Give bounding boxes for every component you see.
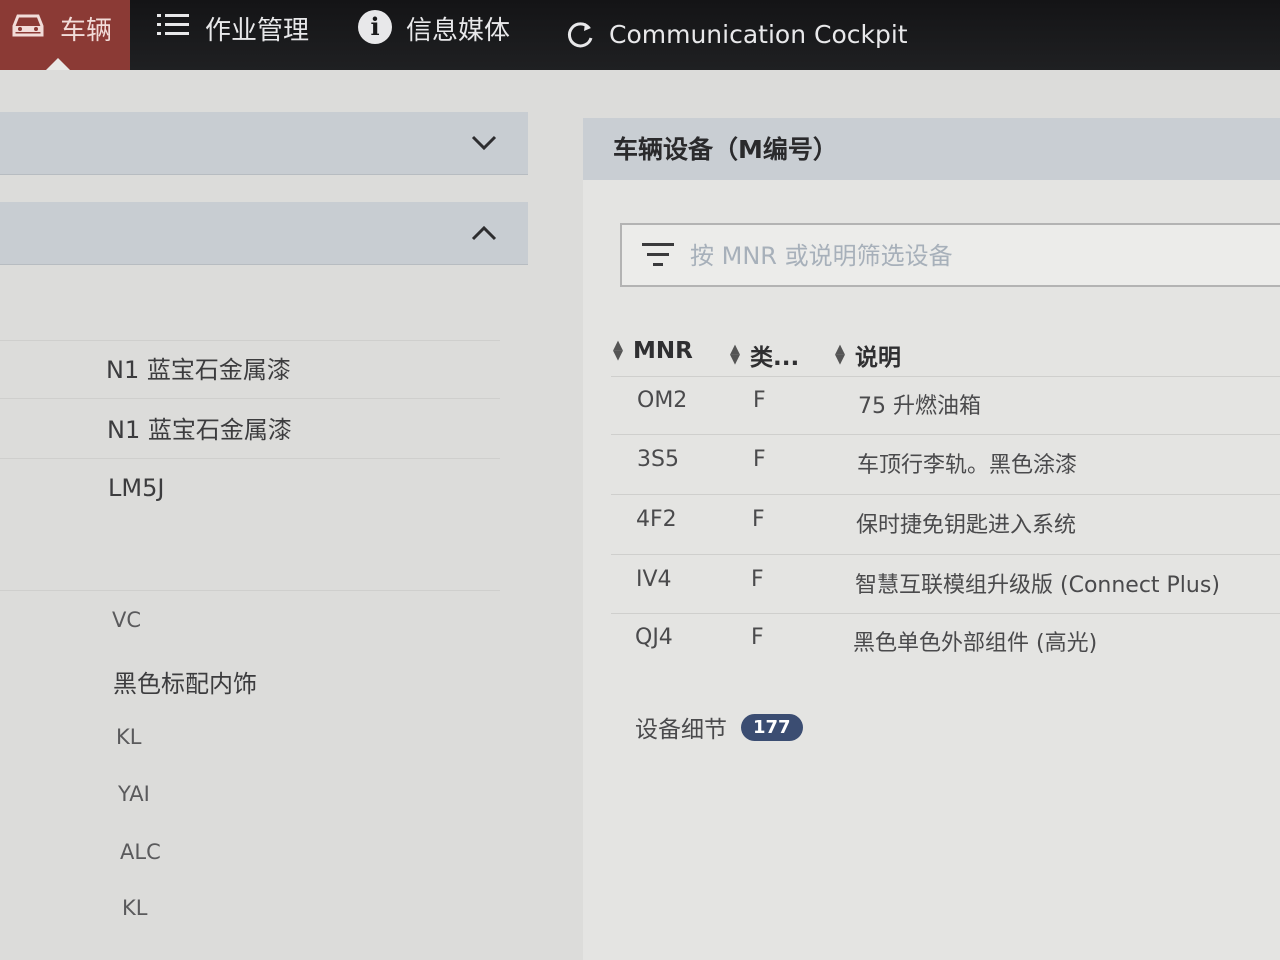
refresh-icon [565, 20, 595, 56]
column-header-mnr[interactable]: ▲ ▼ MNR [611, 338, 693, 364]
list-item-vc: VC [112, 608, 142, 632]
cell-description: 黑色单色外部组件 (高光) [853, 631, 1098, 656]
details-label: 设备细节 [635, 717, 727, 743]
list-item-kl-2: KL [122, 896, 148, 920]
tab-job-management-label: 作业管理 [205, 16, 310, 46]
divider [0, 340, 500, 341]
divider [0, 458, 500, 459]
cell-type: F [752, 507, 765, 532]
accordion-header-collapsed[interactable] [0, 112, 528, 175]
column-header-type[interactable]: ▲ ▼ 类... [728, 338, 799, 372]
car-icon [10, 10, 46, 47]
list-item-yai: YAI [118, 782, 150, 806]
tab-info-media[interactable]: i 信息媒体 [358, 0, 510, 70]
tab-communication-cockpit[interactable]: Communication Cockpit [565, 10, 908, 80]
row-divider [611, 613, 1280, 614]
cell-mnr: IV4 [636, 567, 672, 592]
equipment-filter[interactable] [620, 223, 1280, 287]
list-item-paint: N1 蓝宝石金属漆 [106, 356, 291, 384]
cell-description: 75 升燃油箱 [858, 394, 981, 419]
column-header-label: 类... [750, 345, 800, 371]
divider [0, 590, 500, 591]
sort-icon: ▲ ▼ [835, 342, 845, 367]
top-nav-bar: 车辆 作业管理 i 信息媒体 Communication Cockpit [0, 0, 1280, 70]
details-count-badge: 177 [741, 713, 803, 741]
tab-job-management[interactable]: 作业管理 [155, 0, 309, 70]
row-divider [611, 554, 1280, 555]
cell-mnr: OM2 [637, 388, 688, 413]
list-icon [155, 10, 191, 47]
filter-input[interactable] [688, 235, 1280, 277]
cell-mnr: QJ4 [635, 625, 673, 650]
tab-vehicle[interactable]: 车辆 [0, 0, 130, 70]
panel-title: 车辆设备（M编号） [613, 135, 838, 164]
vehicle-equipment-panel: 车辆设备（M编号） ▲▼ MNR ▲▼ 类... ▲▼ 说明 OM2 F 75 … [583, 118, 1280, 960]
column-header-description[interactable]: ▲ ▼ 说明 [833, 338, 901, 372]
cell-description: 智慧互联模组升级版 (Connect Plus) [855, 573, 1220, 598]
vehicle-info-panel: N1 蓝宝石金属漆 N1 蓝宝石金属漆 LM5J VC 黑色标配内饰 KL YA… [0, 88, 528, 960]
equipment-details-link[interactable]: 设备细节 177 [635, 710, 803, 744]
chevron-up-icon[interactable] [470, 216, 498, 249]
list-item-paint-2: N1 蓝宝石金属漆 [107, 416, 292, 444]
list-item-code: LM5J [108, 474, 165, 502]
sort-icon: ▲ ▼ [730, 342, 740, 367]
tab-info-media-label: 信息媒体 [406, 16, 511, 46]
cell-type: F [753, 388, 766, 413]
divider [0, 398, 500, 399]
cell-type: F [751, 625, 764, 650]
row-divider [611, 494, 1280, 495]
cell-mnr: 4F2 [636, 507, 677, 532]
sort-icon: ▲ ▼ [613, 338, 623, 363]
accordion-header-expanded[interactable] [0, 202, 528, 265]
table-header-divider [611, 376, 1280, 377]
info-icon: i [358, 10, 392, 44]
panel-header: 车辆设备（M编号） [583, 118, 1280, 180]
column-header-label: MNR [633, 338, 693, 364]
tab-communication-cockpit-label: Communication Cockpit [609, 20, 908, 49]
column-header-label: 说明 [855, 345, 901, 371]
cell-mnr: 3S5 [637, 447, 679, 472]
cell-type: F [751, 567, 764, 592]
cell-type: F [753, 447, 766, 472]
list-item-kl: KL [116, 725, 142, 749]
list-item-interior: 黑色标配内饰 [113, 670, 257, 698]
list-item-alc: ALC [120, 840, 161, 864]
chevron-down-icon[interactable] [470, 126, 498, 159]
cell-description: 车顶行李轨。黑色涂漆 [857, 453, 1078, 478]
filter-icon [642, 243, 674, 273]
tab-vehicle-label: 车辆 [60, 16, 113, 46]
row-divider [611, 434, 1280, 435]
cell-description: 保时捷免钥匙进入系统 [856, 513, 1077, 538]
